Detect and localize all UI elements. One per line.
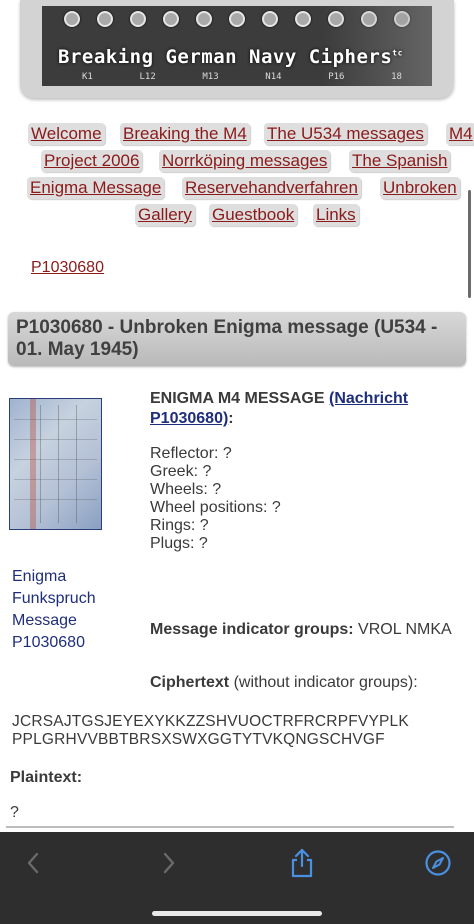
thumbnail-row-line [14,459,97,460]
thumbnail-row-line [14,479,97,480]
setting-wheel-positions: Wheel positions: ? [150,499,281,516]
banner-title: Breaking German Navy Cipherstc [58,46,403,68]
setting-wheels: Wheels: ? [150,481,222,498]
message-lead-colon: : [228,410,234,427]
chevron-left-icon [27,852,39,874]
compass-icon [425,850,451,876]
site-banner[interactable]: Breaking German Navy Cipherstc K1 L12 M1… [42,6,432,86]
setting-reflector: Reflector: ? [150,445,232,462]
enigma-key [228,11,245,27]
message-photo-thumbnail[interactable] [9,398,102,530]
menu-item-links[interactable]: Links [313,204,359,226]
caption-line: Enigma [12,568,67,585]
main-menu: Welcome Breaking the M4 The U534 message… [10,120,474,228]
scrollbar-indicator[interactable] [468,190,471,298]
thumbnail-row-line [14,439,97,440]
menu-item-guestbook[interactable]: Guestbook [209,204,298,226]
menu-item-enigma-message[interactable]: Enigma Message [27,177,165,199]
indicator-label: Message indicator groups: [150,621,354,638]
menu-item-norrkoping-messages[interactable]: Norrköping messages [159,150,331,172]
rotor-mark: P16 [328,72,345,82]
breadcrumb-link[interactable]: P1030680 [31,259,104,277]
menu-item-m4[interactable]: M4 [446,123,474,145]
back-button[interactable] [16,848,50,878]
home-indicator[interactable] [152,911,322,916]
rotor-mark: M13 [202,72,219,82]
caption-line: P1030680 [12,634,85,651]
forward-button[interactable] [152,848,186,878]
browser-toolbar [0,832,474,924]
compass-button[interactable] [421,848,455,878]
rotor-mark: L12 [139,72,156,82]
thumbnail-row-line [14,419,97,420]
menu-item-u534-messages[interactable]: The U534 messages [264,123,427,145]
message-info: ENIGMA M4 MESSAGE (Nachricht P1030680): … [150,389,460,553]
message-type-label: ENIGMA M4 MESSAGE [150,390,325,407]
thumbnail-column-line [58,405,59,523]
thumbnail-column-line [76,405,77,523]
ciphertext-heading: Ciphertext (without indicator groups): [150,674,460,692]
enigma-key [261,11,278,27]
machine-settings: Reflector: ? Greek: ? Wheels: ? Wheel po… [150,445,460,553]
plaintext-label: Plaintext: [10,769,83,786]
enigma-key [64,11,81,27]
banner-trademark: tc [392,48,403,58]
ciphertext-note: (without indicator groups): [233,674,418,691]
enigma-key [163,11,180,27]
banner-rotor-marks: K1 L12 M13 N14 P16 18 [82,72,402,82]
menu-item-welcome[interactable]: Welcome [28,123,105,145]
share-icon [291,848,313,878]
setting-plugs: Plugs: ? [150,535,208,552]
thumbnail-column-line [40,405,41,523]
ciphertext-block: JCRSAJTGSJEYEXYKKZZSHVUOCTRFRCRPFVYPLK P… [12,713,464,749]
content-divider [6,826,454,828]
page-title-box: P1030680 - Unbroken Enigma message (U534… [8,312,466,366]
enigma-key [196,11,213,27]
caption-line: Funkspruch [12,590,96,607]
message-indicator: Message indicator groups: VROL NMKA [150,621,460,639]
message-lead: ENIGMA M4 MESSAGE (Nachricht P1030680): [150,389,460,429]
menu-item-unbroken[interactable]: Unbroken [380,177,460,199]
setting-greek: Greek: ? [150,463,212,480]
menu-item-gallery[interactable]: Gallery [135,204,195,226]
setting-rings: Rings: ? [150,517,209,534]
site-header: Breaking German Navy Cipherstc K1 L12 M1… [20,0,454,98]
plaintext-value: ? [10,804,19,821]
share-button[interactable] [285,848,319,878]
rotor-mark: N14 [265,72,282,82]
caption-line: Message [12,612,77,629]
menu-item-breaking-the-m4[interactable]: Breaking the M4 [120,123,250,145]
ciphertext-line: JCRSAJTGSJEYEXYKKZZSHVUOCTRFRCRPFVYPLK [12,713,409,730]
menu-item-project-2006[interactable]: Project 2006 [41,150,143,172]
page-title: P1030680 - Unbroken Enigma message (U534… [16,317,438,360]
rotor-mark: K1 [82,72,93,82]
ciphertext-line: PPLGRHVVBBTBRSXSWXGGTYTVKQNGSCHVGF [12,731,385,748]
chevron-right-icon [163,852,175,874]
enigma-key [130,11,147,27]
menu-item-the-spanish[interactable]: The Spanish [349,150,451,172]
rotor-mark: 18 [391,72,402,82]
ciphertext-label: Ciphertext [150,674,230,691]
banner-title-text: Breaking German Navy Ciphers [58,46,393,68]
enigma-key [294,11,311,27]
indicator-value: VROL NMKA [358,621,452,638]
photo-caption: Enigma Funkspruch Message P1030680 [12,566,137,654]
thumbnail-row-line [14,499,97,500]
menu-item-reservehandverfahren[interactable]: Reservehandverfahren [182,177,361,199]
enigma-key [97,11,114,27]
